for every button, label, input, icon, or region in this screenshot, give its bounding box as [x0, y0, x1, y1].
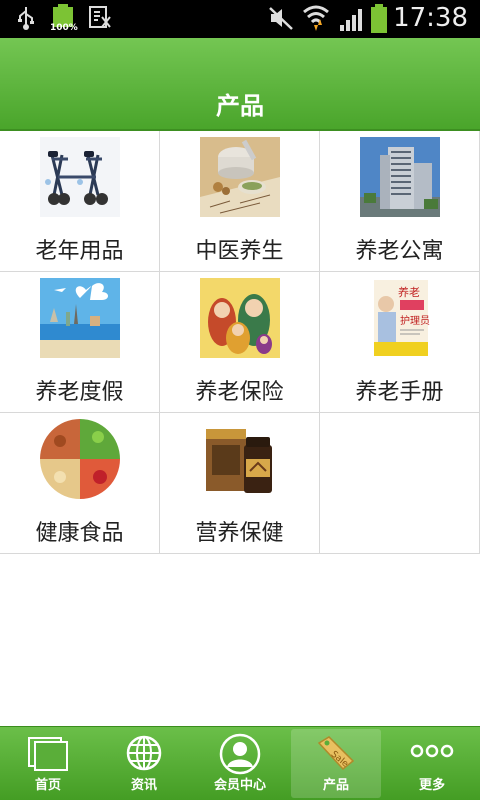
home-icon: [26, 733, 70, 775]
product-item-tcm-health[interactable]: 中医养生: [160, 131, 320, 271]
product-label: 健康食品: [35, 521, 124, 546]
nav-item-member-center[interactable]: 会员中心: [192, 727, 288, 800]
handbook-image: 养老 护理员: [360, 278, 440, 358]
product-label: 老年用品: [35, 239, 124, 264]
product-item-pension-insurance[interactable]: 养老保险: [160, 272, 320, 412]
herbal-medicine-image: [200, 137, 280, 217]
healthy-food-image: [40, 419, 120, 499]
walker-image: [40, 137, 120, 217]
globe-icon: [124, 733, 164, 777]
app-screen: 100% 17:38 产品 老年用品 中医养生 养老公寓 养老度假 养老保险 养…: [0, 0, 480, 800]
nav-item-products[interactable]: Sale 产品: [288, 727, 384, 800]
member-icon: [219, 733, 261, 779]
product-item-senior-apartment[interactable]: 养老公寓: [320, 131, 480, 271]
screenshot-icon: [88, 5, 112, 35]
nav-label: 会员中心: [213, 778, 266, 793]
bottom-nav: 首页 资讯 会员中心 Sale 产品 更多: [0, 726, 480, 800]
battery-charged-icon: [50, 3, 76, 39]
battery-percent: 100%: [50, 23, 78, 33]
vacation-image: [40, 278, 120, 358]
svg-text:护理员: 护理员: [400, 314, 430, 327]
product-label: 养老保险: [195, 380, 284, 405]
clock: 17:38: [393, 3, 468, 33]
sale-tag-icon: Sale: [315, 733, 357, 777]
grid-row: 老年用品 中医养生 养老公寓: [0, 131, 480, 272]
usb-icon: [16, 5, 36, 35]
product-item-nutrition-care[interactable]: 营养保健: [160, 413, 320, 553]
product-label: 养老度假: [35, 380, 124, 405]
empty-cell: [320, 413, 480, 553]
nav-label: 更多: [418, 778, 445, 793]
product-item-elderly-goods[interactable]: 老年用品: [0, 131, 160, 271]
grid-row: 养老度假 养老保险 养老 护理员 养老手册: [0, 272, 480, 413]
nav-label: 首页: [34, 778, 61, 793]
nav-item-news[interactable]: 资讯: [96, 727, 192, 800]
grid-row: 健康食品 营养保健: [0, 413, 480, 554]
apartment-building-image: [360, 137, 440, 217]
supplement-box-image: [200, 419, 280, 499]
product-item-retirement-handbook[interactable]: 养老 护理员 养老手册: [320, 272, 480, 412]
product-grid: 老年用品 中医养生 养老公寓 养老度假 养老保险 养老 护理员 养老手册 健康食…: [0, 131, 480, 554]
battery-icon: [370, 4, 388, 38]
page-title: 产品: [216, 92, 264, 120]
mute-icon: [268, 5, 294, 35]
nesting-dolls-image: [200, 278, 280, 358]
nav-item-more[interactable]: 更多: [384, 727, 480, 800]
product-label: 养老公寓: [355, 239, 444, 264]
nav-item-home[interactable]: 首页: [0, 727, 96, 800]
status-bar: 100% 17:38: [0, 0, 480, 38]
product-item-health-food[interactable]: 健康食品: [0, 413, 160, 553]
product-label: 养老手册: [355, 380, 444, 405]
more-icon: [410, 743, 454, 763]
product-label: 营养保健: [195, 521, 284, 546]
product-item-retirement-vacation[interactable]: 养老度假: [0, 272, 160, 412]
title-bar: 产品: [0, 38, 480, 131]
nav-label: 资讯: [130, 778, 157, 793]
signal-icon: [338, 5, 366, 37]
nav-label: 产品: [322, 778, 349, 793]
svg-text:养老: 养老: [398, 285, 420, 299]
product-label: 中医养生: [195, 239, 284, 264]
svg-text:Sale: Sale: [329, 749, 351, 769]
wifi-icon: [302, 3, 330, 37]
